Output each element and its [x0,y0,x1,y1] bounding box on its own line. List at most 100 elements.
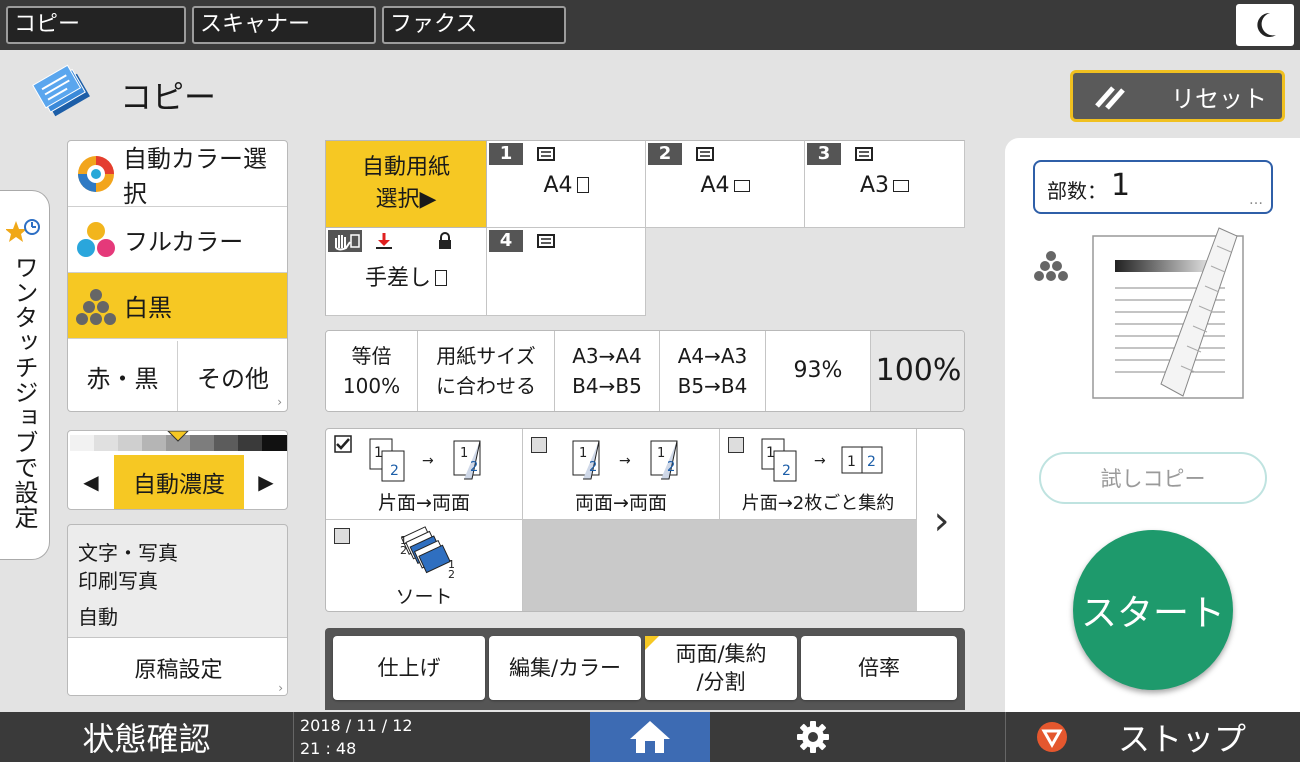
original-type-line2: 印刷写真 [78,569,158,593]
full-color-icon [77,221,115,257]
tray-icon [537,234,555,248]
svg-text:→: → [422,453,434,469]
color-mode-panel: 自動カラー選択 フルカラー 白黒 赤・黒 その他 › [67,140,288,412]
ratio-current-value: 100% [875,353,962,388]
start-label: スタート [1080,593,1225,634]
right-panel: 部数： 1 … 試しコピー スタート [1005,138,1300,712]
tray-3-size: A3 [859,173,890,198]
ratio-reduce-button[interactable]: A3→A4 B4→B5 [555,331,660,411]
color-full-label: フルカラー [124,228,244,256]
ratio-same-line2: 100% [342,374,401,398]
duplex-1to2-button[interactable]: 1 2 → 12 片面→両面 [326,429,523,520]
color-other-label: その他 [197,364,269,393]
one-touch-job-tab[interactable]: ワンタッチジョブで設定 [0,190,50,560]
density-darker-button[interactable]: ▶ [244,455,287,509]
color-red-black-button[interactable]: 赤・黒 [68,341,178,411]
tray-2-size: A4 [700,173,730,198]
svg-text:2: 2 [390,463,399,479]
start-button[interactable]: スタート [1073,530,1233,690]
ratio-93-label: 93% [793,358,843,383]
status-check-button[interactable]: 状態確認 [0,712,294,762]
energy-saver-button[interactable] [1236,4,1294,46]
tab-duplex-combine[interactable]: 両面/集約 /分割 [645,636,797,700]
svg-text:1: 1 [847,454,856,470]
color-auto-button[interactable]: 自動カラー選択 [68,141,287,208]
ratio-93-button[interactable]: 93% [766,331,871,411]
status-check-label: 状態確認 [82,720,211,758]
ratio-enlarge-button[interactable]: A4→A3 B5→B4 [660,331,766,411]
svg-text:2: 2 [400,544,407,557]
black-toner-icon [76,288,116,325]
checkbox-icon [728,437,744,453]
tab-fax[interactable]: ファクス [382,6,566,44]
ratio-current-display[interactable]: 100% [871,331,964,411]
tray-3-number: 3 [807,143,841,165]
sort-label: ソート [395,586,453,608]
bypass-hand-icon [328,230,362,252]
star-clock-icon [6,219,40,242]
density-lighter-button[interactable]: ◀ [68,455,114,509]
tray-2-number: 2 [648,143,682,165]
tray-1-button[interactable]: 1 A4 [487,140,646,228]
reset-label: リセット [1171,84,1267,113]
original-settings-label: 原稿設定 [134,657,223,683]
tab-edit-color[interactable]: 編集/カラー [489,636,641,700]
color-bw-button[interactable]: 白黒 [68,273,287,339]
home-icon [630,721,670,753]
tray-4-number: 4 [489,230,523,252]
color-full-button[interactable]: フルカラー [68,207,287,273]
combine-2in1-icon: 1 2 → 12 [761,438,883,482]
combine-2in1-button[interactable]: 1 2 → 12 片面→2枚ごと集約 [720,429,917,520]
paper-landscape-icon [893,180,910,192]
paper-auto-button[interactable]: 自動用紙 選択▶ [325,140,487,228]
tab-duplex-line2: /分割 [696,670,746,694]
tray-4-button[interactable]: 4 [487,228,646,316]
svg-text:1: 1 [579,446,587,461]
ratio-reduce-line2: B4→B5 [572,374,642,398]
gear-icon [797,721,829,753]
duplex-2to2-button[interactable]: 12 → 12 両面→両面 [523,429,720,520]
trial-copy-button[interactable]: 試しコピー [1039,452,1267,504]
time-display: 21 : 48 [300,739,357,758]
chevron-right-icon: › [933,497,950,544]
settings-button[interactable] [776,712,850,762]
home-button[interactable] [590,712,710,762]
sort-button[interactable]: 12 12 ソート [326,520,523,611]
ratio-fit-line2: に合わせる [436,374,536,398]
svg-text:→: → [619,453,631,469]
duplex-panel: 1 2 → 12 片面→両面 12 → 12 両面→両面 1 2 → 12 片面… [325,428,965,612]
copies-field[interactable]: 部数： 1 … [1033,160,1273,214]
svg-text:1: 1 [657,446,665,461]
svg-text:2: 2 [589,460,597,475]
copy-app-icon [32,64,90,117]
density-auto-button[interactable]: 自動濃度 [114,455,244,509]
ratio-same-button[interactable]: 等倍 100% [326,331,418,411]
arrow-right-icon: ▶ [258,470,274,494]
svg-text:2: 2 [448,568,455,580]
paper-low-icon [376,233,392,249]
duplex-next-button[interactable]: › [917,429,964,611]
stop-icon [1037,722,1067,752]
tab-finishing[interactable]: 仕上げ [333,636,485,700]
tray-2-button[interactable]: 2 A4 [646,140,805,228]
reset-button[interactable]: リセット [1070,70,1285,122]
auto-color-icon [77,155,114,192]
paper-portrait-icon [435,270,447,286]
stop-label: ストップ [1118,720,1247,758]
tray-3-button[interactable]: 3 A3 [805,140,965,228]
original-settings-button[interactable]: 原稿設定 › [68,637,287,695]
black-toner-icon [1034,251,1068,281]
tab-copy[interactable]: コピー [6,6,186,44]
color-other-button[interactable]: その他 › [178,341,287,411]
duplex-to-duplex-icon: 12 → 12 [572,440,678,480]
sort-icon: 12 12 [400,526,455,580]
tab-scanner[interactable]: スキャナー [192,6,376,44]
svg-text:2: 2 [470,460,478,475]
stop-button[interactable]: ストップ [1005,712,1300,762]
ratio-fit-paper-button[interactable]: 用紙サイズ に合わせる [418,331,555,411]
function-tab-bar: 仕上げ 編集/カラー 両面/集約 /分割 倍率 [325,628,965,710]
bypass-tray-button[interactable]: 手差し [325,228,487,316]
paper-auto-line1: 自動用紙 [361,155,450,180]
bypass-tray-label: 手差し [364,266,431,291]
tab-ratio[interactable]: 倍率 [801,636,957,700]
